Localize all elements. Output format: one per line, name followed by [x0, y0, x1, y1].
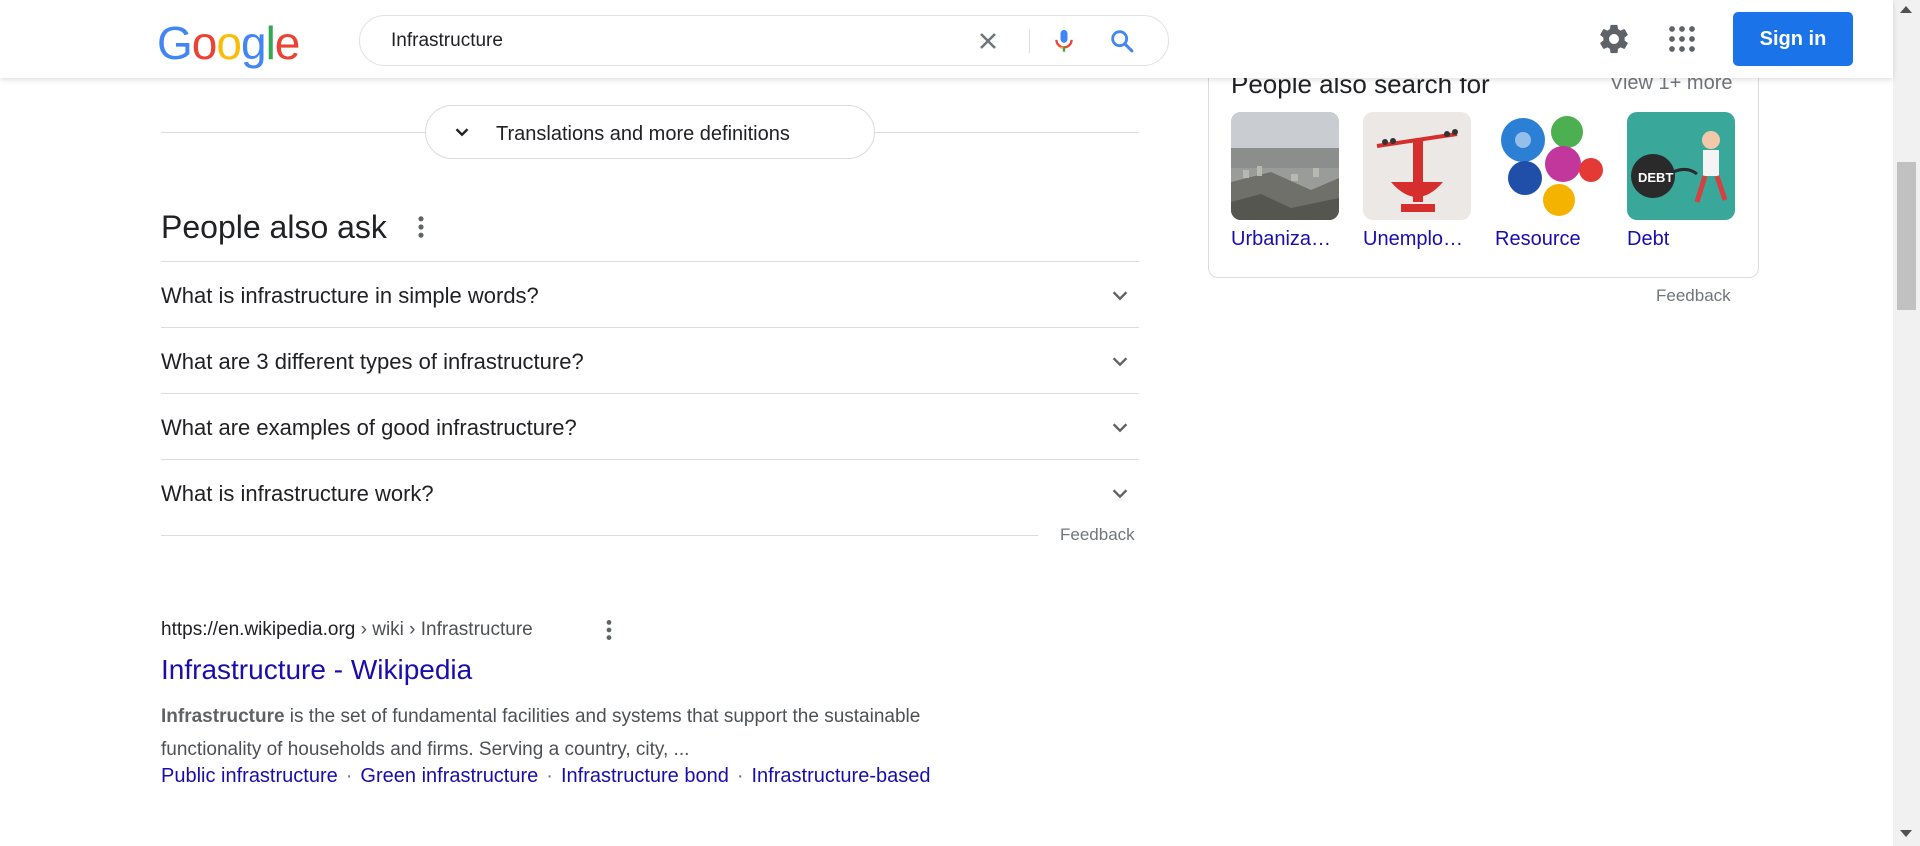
translations-button[interactable]: Translations and more definitions	[425, 105, 875, 159]
question-item[interactable]: What is infrastructure work?	[161, 459, 1139, 525]
search-box[interactable]: Infrastructure	[359, 15, 1169, 66]
sitelink[interactable]: Public infrastructure	[161, 765, 338, 787]
question-item[interactable]: What are examples of good infrastructure…	[161, 393, 1139, 459]
sitelink-separator: ·	[736, 765, 744, 787]
related-search-label: Unemplo…	[1363, 228, 1464, 250]
result-url[interactable]: https://en.wikipedia.org › wiki › Infras…	[161, 619, 533, 641]
search-divider	[1029, 29, 1030, 53]
related-search-tile[interactable]: Urbaniza…	[1231, 112, 1341, 251]
logo-letter: e	[274, 17, 301, 69]
chevron-down-icon	[1112, 489, 1128, 499]
related-search-image: DEBT	[1627, 112, 1735, 220]
translations-label: Translations and more definitions	[496, 123, 790, 145]
scroll-down-arrow-icon[interactable]	[1900, 830, 1912, 837]
people-also-ask-list: What is infrastructure in simple words? …	[161, 261, 1139, 525]
logo-letter: o	[191, 17, 218, 69]
more-options-icon[interactable]	[413, 213, 429, 241]
translations-line-left	[161, 132, 425, 133]
chevron-down-icon	[1112, 357, 1128, 367]
logo-letter: G	[157, 17, 193, 69]
result-sitelinks: Public infrastructure · Green infrastructu…	[161, 765, 930, 788]
top-bar: Google Infrastructure Sign in	[0, 0, 1893, 78]
result-title-link[interactable]: Infrastructure - Wikipedia	[161, 654, 472, 686]
related-search-label: Urbaniza…	[1231, 228, 1332, 250]
apps-grid-icon[interactable]	[1667, 24, 1697, 54]
people-also-ask-heading: People also ask	[161, 209, 387, 245]
microphone-icon[interactable]	[1050, 27, 1078, 55]
chevron-down-icon	[455, 128, 469, 137]
svg-text:DEBT: DEBT	[1638, 170, 1673, 185]
related-search-image	[1231, 112, 1339, 220]
sitelink[interactable]: Green infrastructure	[360, 765, 538, 787]
sitelink-separator: ·	[546, 765, 553, 787]
related-search-image	[1495, 112, 1603, 220]
result-snippet: Infrastructure is the set of fundamental…	[161, 700, 1021, 766]
translations-line-right	[875, 132, 1139, 133]
related-search-tile[interactable]: Unemplo…	[1363, 112, 1473, 251]
sign-in-button[interactable]: Sign in	[1733, 12, 1853, 66]
sitelink-separator: ·	[345, 765, 353, 787]
chevron-down-icon	[1112, 423, 1128, 433]
clear-icon[interactable]	[974, 27, 1002, 55]
scrollbar-thumb[interactable]	[1897, 162, 1916, 310]
question-item[interactable]: What are 3 different types of infrastruc…	[161, 327, 1139, 393]
result-more-options-icon[interactable]	[601, 617, 617, 643]
sitelink[interactable]: Infrastructure bond	[561, 765, 729, 787]
logo-letter: o	[216, 17, 242, 69]
settings-gear-icon[interactable]	[1597, 22, 1631, 56]
related-search-tile[interactable]: DEBT Debt	[1627, 112, 1737, 251]
scroll-up-arrow-icon[interactable]	[1900, 6, 1912, 13]
related-search-label: Resource	[1495, 228, 1581, 250]
related-search-image	[1363, 112, 1471, 220]
result-snippet-bold: Infrastructure	[161, 706, 285, 727]
related-search-label: Debt	[1627, 228, 1670, 250]
result-url-breadcrumb: › wiki › Infrastructure	[355, 619, 533, 640]
question-text: What are examples of good infrastructure…	[161, 415, 577, 440]
question-text: What are 3 different types of infrastruc…	[161, 349, 584, 374]
related-search-tile[interactable]: Resource	[1495, 112, 1605, 251]
search-input[interactable]: Infrastructure	[391, 30, 503, 52]
chevron-down-icon	[1112, 291, 1128, 301]
page-scrollbar[interactable]	[1893, 0, 1920, 846]
people-also-ask-feedback-link[interactable]: Feedback	[1060, 525, 1135, 545]
google-logo[interactable]: Google	[157, 17, 301, 69]
logo-letter: g	[240, 17, 267, 69]
result-url-host: https://en.wikipedia.org	[161, 619, 356, 640]
people-also-ask-divider	[161, 535, 1038, 536]
side-panel-feedback-link[interactable]: Feedback	[1656, 286, 1731, 306]
search-icon[interactable]	[1108, 27, 1136, 55]
logo-letter: l	[265, 17, 276, 69]
sitelink[interactable]: Infrastructure-based	[752, 765, 931, 787]
question-text: What is infrastructure in simple words?	[161, 283, 539, 308]
question-item[interactable]: What is infrastructure in simple words?	[161, 261, 1139, 327]
question-text: What is infrastructure work?	[161, 481, 434, 506]
